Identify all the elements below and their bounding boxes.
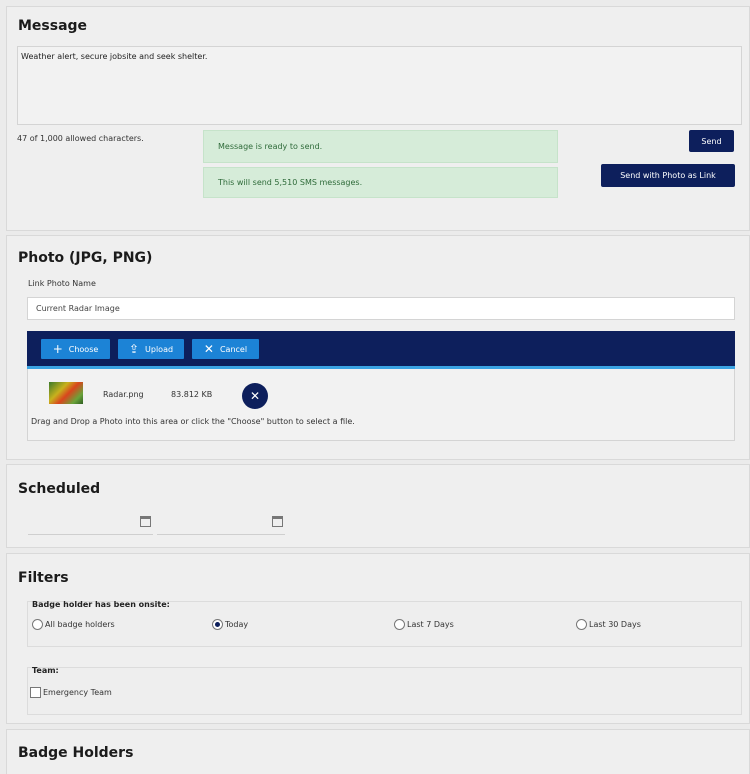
dropzone-hint: Drag and Drop a Photo into this area or …: [31, 417, 355, 426]
start-date-picker[interactable]: [28, 511, 153, 535]
send-button[interactable]: Send: [689, 130, 734, 152]
file-size: 83.812 KB: [171, 390, 213, 399]
image-thumbnail: [49, 382, 83, 404]
filters-title: Filters: [18, 570, 69, 586]
scheduled-title: Scheduled: [18, 481, 101, 497]
close-icon: ✕: [249, 389, 261, 403]
radio-today[interactable]: Today: [212, 619, 248, 630]
uploader-toolbar: + Choose ⇪ Upload ✕ Cancel: [27, 331, 735, 369]
file-name: Radar.png: [103, 390, 144, 399]
link-photo-name-label: Link Photo Name: [28, 279, 96, 288]
radio-circle[interactable]: [32, 619, 43, 630]
message-title: Message: [18, 18, 88, 34]
radio-all-badge-holders[interactable]: All badge holders: [32, 619, 115, 630]
char-count: 47 of 1,000 allowed characters.: [17, 134, 144, 143]
checkbox-box[interactable]: [30, 687, 41, 698]
radio-label: Today: [225, 620, 249, 629]
upload-label: Upload: [145, 344, 174, 354]
checkbox-label: Emergency Team: [43, 688, 112, 697]
message-panel: Message Weather alert, secure jobsite an…: [6, 6, 750, 231]
link-photo-name-input[interactable]: Current Radar Image: [27, 297, 735, 320]
filters-panel: Filters Badge holder has been onsite: Al…: [6, 553, 750, 724]
remove-file-button[interactable]: ✕: [242, 383, 268, 409]
uploader-dropzone[interactable]: Radar.png 83.812 KB ✕ Drag and Drop a Ph…: [27, 369, 735, 441]
choose-button[interactable]: + Choose: [41, 339, 110, 359]
status-count-alert: This will send 5,510 SMS messages.: [203, 167, 558, 198]
cancel-button[interactable]: ✕ Cancel: [192, 339, 259, 359]
calendar-icon[interactable]: [272, 516, 283, 527]
onsite-filter-group: Badge holder has been onsite: All badge …: [27, 600, 742, 647]
radio-label: Last 7 Days: [407, 620, 454, 629]
team-legend: Team:: [32, 666, 59, 675]
status-ready-alert: Message is ready to send.: [203, 130, 558, 163]
close-icon: ✕: [203, 342, 214, 356]
radio-circle-checked[interactable]: [212, 619, 223, 630]
upload-icon: ⇪: [128, 342, 140, 356]
calendar-icon[interactable]: [140, 516, 151, 527]
message-textarea[interactable]: Weather alert, secure jobsite and seek s…: [17, 46, 742, 125]
photo-panel: Photo (JPG, PNG) Link Photo Name Current…: [6, 235, 750, 460]
radio-label: All badge holders: [45, 620, 115, 629]
cancel-label: Cancel: [219, 344, 248, 354]
radio-last-30-days[interactable]: Last 30 Days: [576, 619, 641, 630]
plus-icon: +: [52, 342, 63, 356]
choose-label: Choose: [68, 344, 99, 354]
photo-title: Photo (JPG, PNG): [18, 250, 153, 266]
badge-holders-title: Badge Holders: [18, 745, 134, 761]
scheduled-panel: Scheduled: [6, 464, 750, 548]
upload-button[interactable]: ⇪ Upload: [118, 339, 184, 359]
onsite-legend: Badge holder has been onsite:: [32, 600, 170, 609]
radio-circle[interactable]: [576, 619, 587, 630]
radio-last-7-days[interactable]: Last 7 Days: [394, 619, 454, 630]
end-date-picker[interactable]: [157, 511, 285, 535]
badge-holders-panel: Badge Holders: [6, 729, 750, 774]
radio-label: Last 30 Days: [589, 620, 641, 629]
checkbox-emergency-team[interactable]: Emergency Team: [30, 687, 112, 698]
send-with-photo-button[interactable]: Send with Photo as Link: [601, 164, 735, 187]
radio-circle[interactable]: [394, 619, 405, 630]
team-filter-group: Team: Emergency Team: [27, 666, 742, 715]
